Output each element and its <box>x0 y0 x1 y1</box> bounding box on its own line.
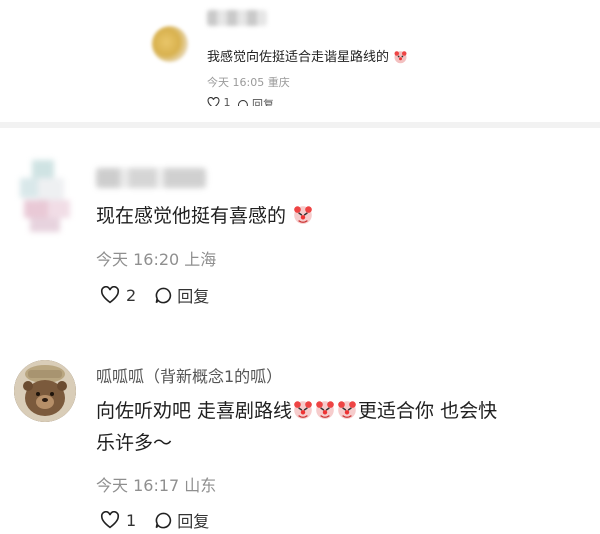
comment-text: 现在感觉他挺有喜感的 <box>96 201 314 228</box>
comment-text-top: 我感觉向佐挺适合走谐星路线的 <box>207 46 408 65</box>
like-button-top[interactable]: 1 <box>207 96 231 106</box>
comment-actions: 1 回复 <box>100 508 209 532</box>
heart-icon <box>100 286 120 304</box>
username[interactable]: 呱呱呱（背新概念1的呱） <box>96 363 282 387</box>
section-divider <box>0 122 600 128</box>
heart-icon <box>207 97 220 106</box>
like-count: 1 <box>126 510 137 530</box>
like-count: 1 <box>223 96 231 106</box>
comment-text-top-body: 我感觉向佐挺适合走谐星路线的 <box>207 50 390 65</box>
comment-meta: 今天 16:17 山东 <box>96 472 216 496</box>
bear-avatar-icon <box>14 360 76 422</box>
comment-meta-top: 今天 16:05 重庆 <box>207 74 290 90</box>
like-button[interactable]: 2 <box>100 286 136 305</box>
comment-actions: 2 回复 <box>100 283 209 307</box>
avatar[interactable] <box>14 360 76 422</box>
username-blurred-top[interactable] <box>207 10 267 26</box>
comment-actions-top: 1 回复 <box>207 96 274 106</box>
comment-icon <box>237 99 248 106</box>
comment-icon <box>155 512 172 528</box>
timestamp: 今天 16:05 <box>207 76 265 89</box>
comment-icon <box>155 287 172 303</box>
comment-body-part2: 更适合你 也会快 <box>358 400 498 422</box>
username-blurred[interactable] <box>96 168 206 188</box>
reply-button-top[interactable]: 回复 <box>237 96 274 106</box>
comment-body-part1: 向佐听劝吧 走喜剧路线 <box>96 400 293 422</box>
location: 山东 <box>184 476 217 495</box>
reply-label: 回复 <box>252 98 274 106</box>
reply-label: 回复 <box>177 287 210 306</box>
like-button[interactable]: 1 <box>100 511 136 530</box>
reply-label: 回复 <box>177 512 210 531</box>
heart-icon <box>100 511 120 529</box>
clown-face-emoji <box>316 401 334 419</box>
location: 上海 <box>184 250 217 269</box>
location: 重庆 <box>267 76 290 89</box>
clown-face-emoji <box>294 206 312 224</box>
comment-text-line1: 向佐听劝吧 走喜剧路线 更适合你 也会快 <box>96 396 497 423</box>
avatar-blurred-top[interactable] <box>152 26 188 62</box>
reply-button[interactable]: 回复 <box>154 283 209 307</box>
timestamp: 今天 16:17 <box>96 476 180 495</box>
clown-face-emoji <box>394 51 407 64</box>
timestamp: 今天 16:20 <box>96 250 180 269</box>
clown-face-emoji <box>294 401 312 419</box>
comment-body: 现在感觉他挺有喜感的 <box>96 205 287 227</box>
clown-face-emoji <box>338 401 356 419</box>
comment-text-line2: 乐许多～ <box>96 432 173 454</box>
avatar-mosaic[interactable] <box>20 160 76 232</box>
comment-meta: 今天 16:20 上海 <box>96 246 216 270</box>
reply-button[interactable]: 回复 <box>154 508 209 532</box>
like-count: 2 <box>126 285 137 305</box>
